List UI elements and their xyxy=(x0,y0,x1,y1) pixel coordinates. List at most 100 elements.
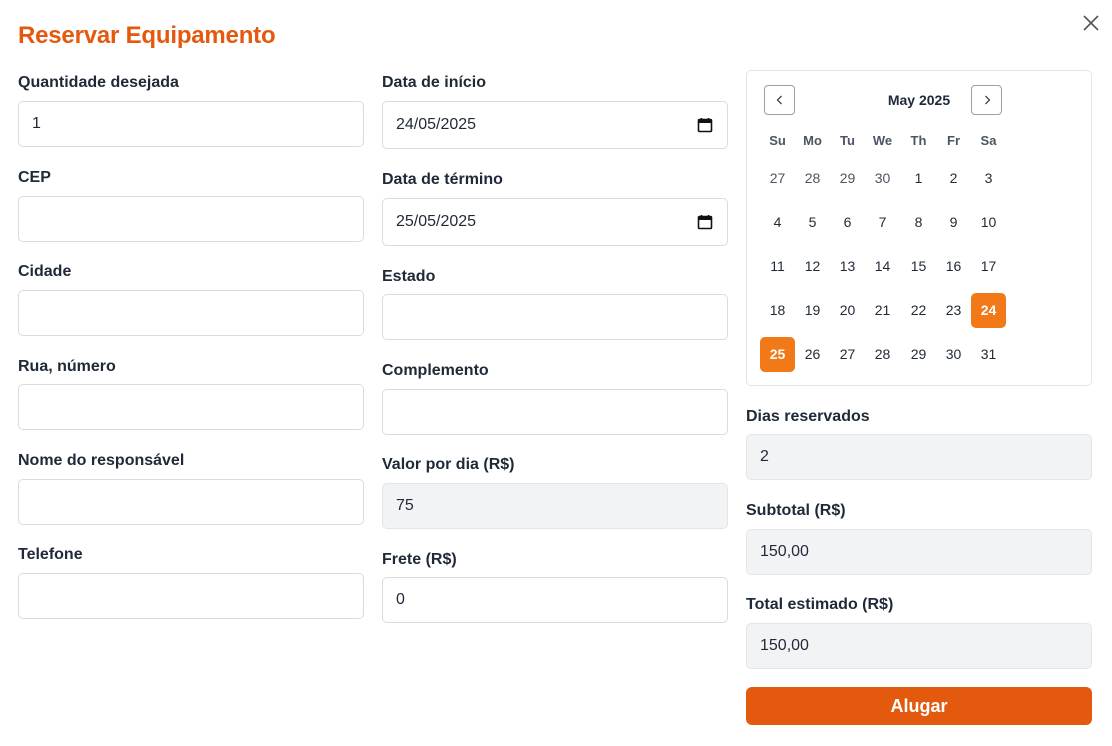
calendar-day[interactable]: 19 xyxy=(795,293,830,328)
calendar-day[interactable]: 30 xyxy=(865,161,900,196)
calendar-day[interactable]: 16 xyxy=(936,249,971,284)
quantity-field: Quantidade desejada 1 xyxy=(18,74,364,147)
calendar-day[interactable]: 6 xyxy=(830,205,865,240)
phone-input[interactable] xyxy=(18,573,364,619)
responsible-input[interactable] xyxy=(18,479,364,525)
calendar-day[interactable]: 29 xyxy=(830,161,865,196)
days-reserved-value: 2 xyxy=(760,448,769,465)
calendar-day[interactable]: 20 xyxy=(830,293,865,328)
quantity-value: 1 xyxy=(32,115,41,132)
calendar-day[interactable]: 24 xyxy=(971,293,1006,328)
calendar-icon[interactable] xyxy=(696,213,714,231)
complement-input[interactable] xyxy=(382,389,728,435)
total-field: Total estimado (R$) 150,00 xyxy=(746,596,1092,669)
subtotal-input: 150,00 xyxy=(746,529,1092,575)
calendar-month: May 2025 xyxy=(887,92,951,108)
city-field: Cidade xyxy=(18,263,364,336)
end-date-label: Data de término xyxy=(382,171,503,188)
responsible-field: Nome do responsável xyxy=(18,452,364,525)
calendar-day[interactable]: 2 xyxy=(936,161,971,196)
calendar-day[interactable]: 5 xyxy=(795,205,830,240)
total-label: Total estimado (R$) xyxy=(746,596,894,613)
street-input[interactable] xyxy=(18,384,364,430)
complement-field: Complemento xyxy=(382,362,728,435)
calendar-day[interactable]: 30 xyxy=(936,337,971,372)
calendar-day[interactable]: 12 xyxy=(795,249,830,284)
cep-label: CEP xyxy=(18,169,51,186)
weekday-label: Tu xyxy=(840,133,855,148)
calendar-day[interactable]: 11 xyxy=(760,249,795,284)
shipping-field: Frete (R$) 0 xyxy=(382,551,728,623)
end-date-input[interactable]: 25/05/2025 xyxy=(382,198,728,246)
calendar-day[interactable]: 18 xyxy=(760,293,795,328)
quantity-input[interactable]: 1 xyxy=(18,101,364,147)
calendar-day[interactable]: 27 xyxy=(760,161,795,196)
weekday-label: Th xyxy=(910,133,927,148)
calendar-day[interactable]: 22 xyxy=(901,293,936,328)
weekday-label: Mo xyxy=(803,133,822,148)
calendar-icon[interactable] xyxy=(696,116,714,134)
start-date-value: 24/05/2025 xyxy=(396,116,477,133)
state-input[interactable] xyxy=(382,294,728,340)
calendar-day[interactable]: 13 xyxy=(830,249,865,284)
date-range-calendar: May 2025 Su Mo Tu We Th Fr Sa 27 28 29 30 1 2 3 4 5 6 7 8 9… xyxy=(746,70,1092,386)
state-label: Estado xyxy=(382,268,436,285)
weekday-label: We xyxy=(872,133,893,148)
shipping-label: Frete (R$) xyxy=(382,551,457,568)
shipping-value: 0 xyxy=(396,591,405,608)
calendar-day[interactable]: 4 xyxy=(760,205,795,240)
subtotal-value: 150,00 xyxy=(760,543,809,560)
rent-button[interactable]: Alugar xyxy=(746,687,1092,725)
calendar-day[interactable]: 31 xyxy=(971,337,1006,372)
calendar-day[interactable]: 28 xyxy=(865,337,900,372)
weekday-label: Fr xyxy=(947,133,960,148)
total-value: 150,00 xyxy=(760,637,809,654)
daily-rate-field: Valor por dia (R$) 75 xyxy=(382,456,728,529)
responsible-label: Nome do responsável xyxy=(18,452,185,469)
cep-input[interactable] xyxy=(18,196,364,242)
cep-field: CEP xyxy=(18,169,364,242)
calendar-day[interactable]: 27 xyxy=(830,337,865,372)
chevron-right-icon xyxy=(984,95,990,105)
days-reserved-input: 2 xyxy=(746,434,1092,480)
calendar-day[interactable]: 1 xyxy=(901,161,936,196)
subtotal-field: Subtotal (R$) 150,00 xyxy=(746,502,1092,575)
shipping-input[interactable]: 0 xyxy=(382,577,728,623)
calendar-day[interactable]: 25 xyxy=(760,337,795,372)
calendar-day[interactable]: 21 xyxy=(865,293,900,328)
close-icon[interactable] xyxy=(1080,12,1102,34)
total-input: 150,00 xyxy=(746,623,1092,669)
days-reserved-field: Dias reservados 2 xyxy=(746,408,1092,480)
calendar-day[interactable]: 3 xyxy=(971,161,1006,196)
end-date-field: Data de término 25/05/2025 xyxy=(382,171,728,246)
calendar-day[interactable]: 10 xyxy=(971,205,1006,240)
calendar-day[interactable]: 15 xyxy=(901,249,936,284)
daily-rate-label: Valor por dia (R$) xyxy=(382,456,515,473)
next-month-button[interactable] xyxy=(971,85,1002,115)
start-date-field: Data de início 24/05/2025 xyxy=(382,74,728,149)
calendar-day[interactable]: 17 xyxy=(971,249,1006,284)
weekday-label: Su xyxy=(769,133,786,148)
city-input[interactable] xyxy=(18,290,364,336)
start-date-label: Data de início xyxy=(382,74,487,91)
start-date-input[interactable]: 24/05/2025 xyxy=(382,101,728,149)
calendar-day[interactable]: 29 xyxy=(901,337,936,372)
calendar-day[interactable]: 26 xyxy=(795,337,830,372)
days-reserved-label: Dias reservados xyxy=(746,408,870,425)
calendar-day[interactable]: 9 xyxy=(936,205,971,240)
street-field: Rua, número xyxy=(18,358,364,430)
quantity-label: Quantidade desejada xyxy=(18,74,179,91)
calendar-day[interactable]: 8 xyxy=(901,205,936,240)
calendar-day[interactable]: 7 xyxy=(865,205,900,240)
modal-title: Reservar Equipamento xyxy=(18,22,276,49)
street-label: Rua, número xyxy=(18,358,116,375)
subtotal-label: Subtotal (R$) xyxy=(746,502,846,519)
calendar-day[interactable]: 28 xyxy=(795,161,830,196)
end-date-value: 25/05/2025 xyxy=(396,213,477,230)
phone-label: Telefone xyxy=(18,546,83,563)
daily-rate-input: 75 xyxy=(382,483,728,529)
state-field: Estado xyxy=(382,268,728,340)
calendar-day[interactable]: 23 xyxy=(936,293,971,328)
calendar-day[interactable]: 14 xyxy=(865,249,900,284)
daily-rate-value: 75 xyxy=(396,497,414,514)
